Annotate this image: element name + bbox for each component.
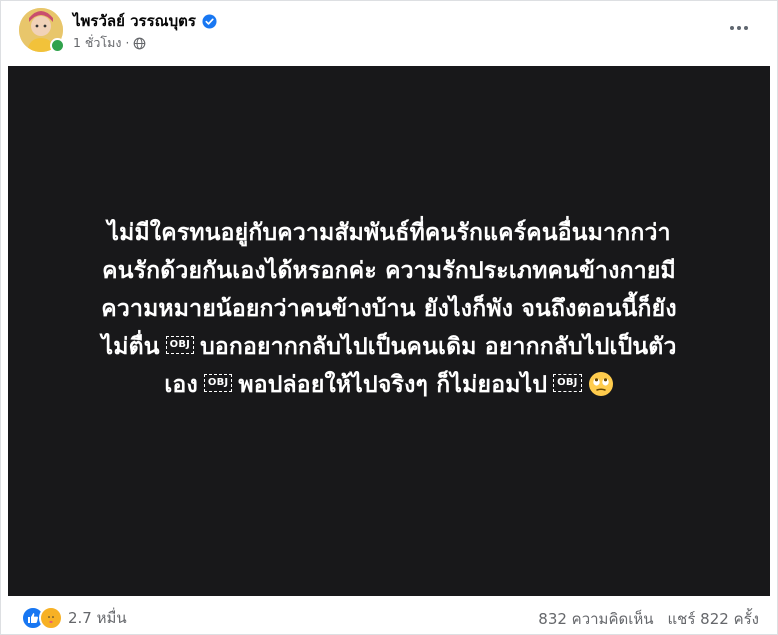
shares-count-link[interactable]: แชร์ 822 ครั้ง	[668, 607, 760, 631]
post-text-line: ความหมายน้อยกว่าคนข้างบ้าน ยังไงก็พัง จน…	[101, 296, 677, 322]
obj-placeholder-icon: OBJ	[553, 373, 582, 392]
obj-placeholder-icon: OBJ	[203, 373, 233, 392]
post-meta: 1 ชั่วโมง ·	[73, 33, 146, 53]
verified-badge-icon	[202, 13, 217, 29]
author-row: ไพรวัลย์ วรรณบุตร	[73, 9, 217, 33]
post-text-segment: เอง	[164, 372, 198, 398]
post-text-segment: บอกอยากกลับไปเป็นคนเดิม อยากกลับไปเป็นตั…	[200, 334, 677, 360]
more-dot-icon	[737, 26, 741, 30]
comments-count-link[interactable]: 832 ความคิดเห็น	[538, 607, 653, 631]
more-dot-icon	[730, 26, 734, 30]
post-stats: 832 ความคิดเห็น แชร์ 822 ครั้ง	[538, 607, 759, 631]
reaction-count: 2.7 หมื่น	[68, 609, 127, 627]
post-text-line: เอง OBJ พอปล่อยให้ไปจริงๆ ก็ไม่ยอมไป OBJ	[39, 366, 739, 404]
more-options-button[interactable]	[725, 17, 753, 39]
post-text-line: ไม่ตื่น OBJ บอกอยากกลับไปเป็นคนเดิม อยากกล…	[39, 328, 739, 366]
globe-icon[interactable]	[133, 37, 146, 50]
post-text-line: ไม่มีใครทนอยู่กับความสัมพันธ์ที่คนรักแคร…	[107, 220, 671, 246]
post-time[interactable]: 1 ชั่วโมง	[73, 33, 122, 53]
reactions-summary[interactable]: 2.7 หมื่น	[21, 606, 127, 630]
post-content-image[interactable]: ไม่มีใครทนอยู่กับความสัมพันธ์ที่คนรักแคร…	[8, 66, 770, 596]
post-text-line: คนรักด้วยกันเองได้หรอกค่ะ ความรักประเภทค…	[102, 258, 676, 284]
obj-placeholder-icon: OBJ	[165, 335, 195, 354]
more-dot-icon	[744, 26, 748, 30]
post-card: ไพรวัลย์ วรรณบุตร 1 ชั่วโมง · ไม่มีใครทน…	[0, 0, 778, 635]
post-text: ไม่มีใครทนอยู่กับความสัมพันธ์ที่คนรักแคร…	[39, 214, 739, 404]
online-status-dot	[50, 38, 65, 53]
eye-roll-emoji-icon	[588, 371, 613, 396]
post-footer: 2.7 หมื่น 832 ความคิดเห็น แชร์ 822 ครั้ง	[1, 601, 777, 633]
meta-separator: ·	[125, 36, 130, 50]
care-reaction-icon	[39, 606, 63, 630]
author-name[interactable]: ไพรวัลย์ วรรณบุตร	[73, 9, 196, 33]
post-text-segment: ไม่ตื่น	[101, 334, 160, 360]
post-text-segment: พอปล่อยให้ไปจริงๆ ก็ไม่ยอมไป	[238, 372, 548, 398]
